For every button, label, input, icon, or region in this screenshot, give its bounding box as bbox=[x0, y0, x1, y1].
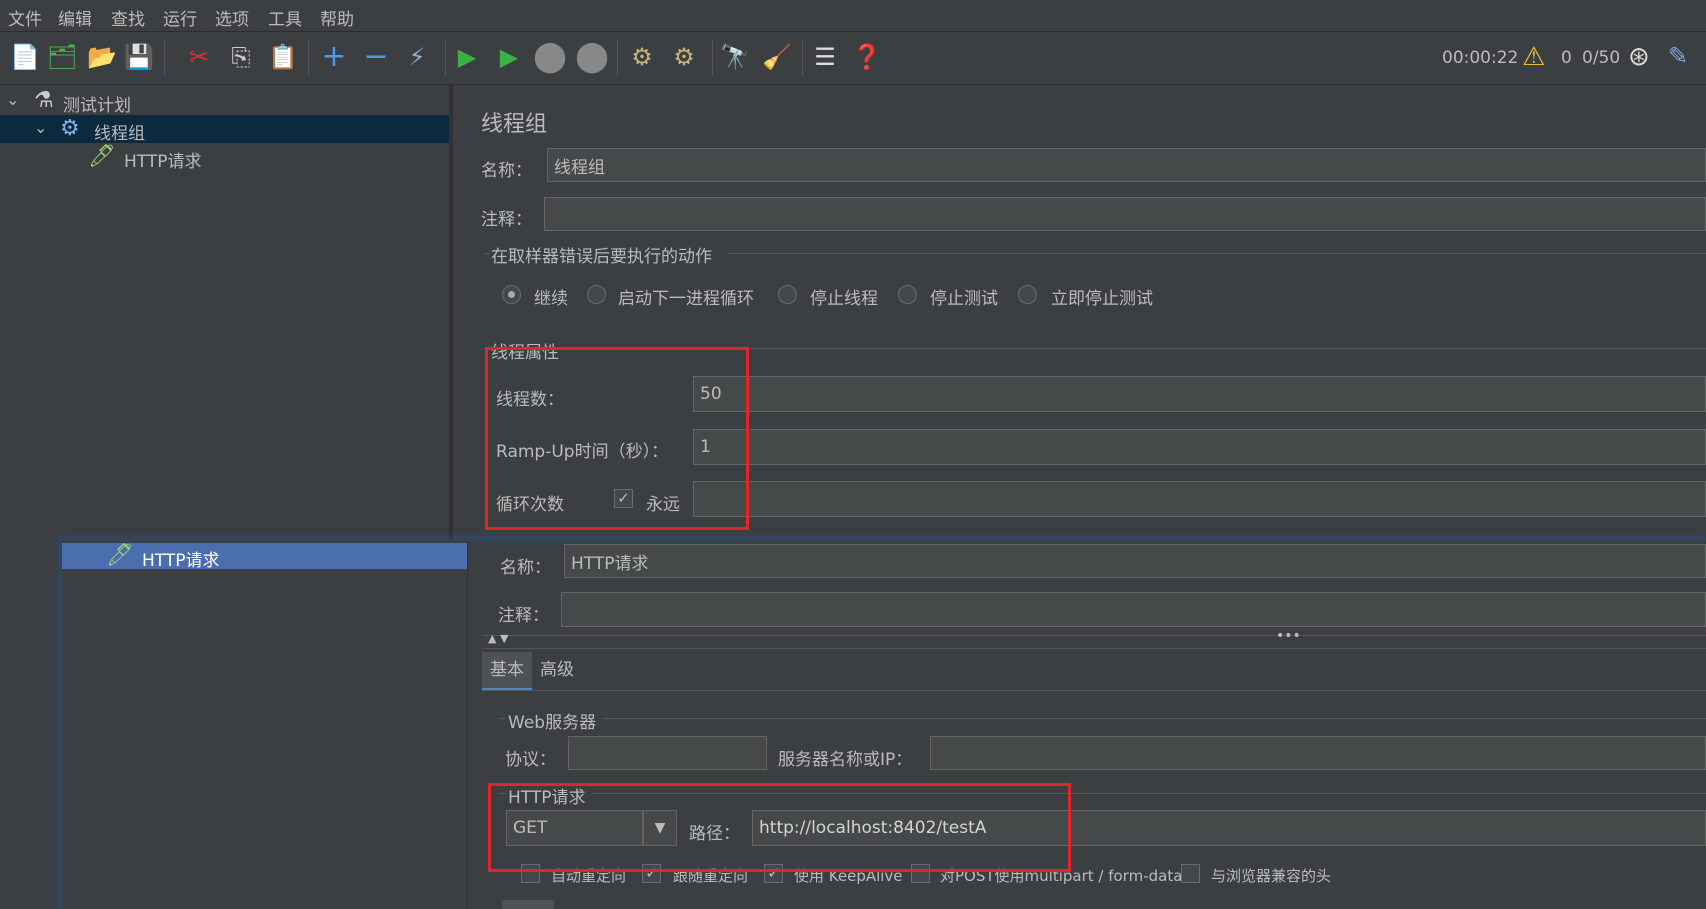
loop-count-field[interactable] bbox=[693, 481, 1706, 517]
radio-stop-thread-label: 停止线程 bbox=[810, 289, 878, 309]
log-viewer-icon[interactable]: ✎ bbox=[1668, 42, 1688, 70]
radio-stop-test-now-label: 立即停止测试 bbox=[1051, 289, 1153, 309]
web-server-legend: Web服务器 bbox=[508, 713, 597, 733]
save-icon[interactable]: 💾 bbox=[122, 40, 156, 74]
warning-icon[interactable]: ⚠ bbox=[1522, 42, 1545, 72]
threads-field[interactable]: 50 bbox=[693, 376, 1706, 412]
radio-continue[interactable] bbox=[502, 285, 521, 304]
menu-edit[interactable]: 编辑 bbox=[58, 5, 92, 30]
error-action-legend: 在取样器错误后要执行的动作 bbox=[491, 247, 712, 267]
tab-advanced[interactable]: 高级 bbox=[540, 652, 574, 688]
drag-handle-icon[interactable]: ••• bbox=[1276, 628, 1301, 644]
flask-icon: ⚗ bbox=[34, 88, 54, 113]
stop-icon[interactable]: ⬤ bbox=[533, 40, 567, 74]
panel-title: 线程组 bbox=[481, 112, 548, 137]
comment-label: 注释： bbox=[481, 210, 532, 230]
open-icon[interactable]: 📂 bbox=[85, 40, 119, 74]
function-helper-icon[interactable]: ☰ bbox=[808, 40, 842, 74]
http-name-label: 名称： bbox=[500, 558, 551, 578]
start-no-pause-icon[interactable]: ▶ bbox=[492, 40, 526, 74]
chevron-down-icon[interactable]: ⌄ bbox=[34, 118, 47, 137]
http-comment-label: 注释： bbox=[498, 606, 549, 626]
radio-next-loop[interactable] bbox=[587, 285, 606, 304]
toggle-icon[interactable]: ⚡ bbox=[400, 40, 434, 74]
collapse-arrows-icon[interactable]: ▲ ▼ bbox=[488, 632, 508, 645]
radio-next-loop-label: 启动下一进程循环 bbox=[618, 289, 754, 309]
http-comment-field[interactable] bbox=[561, 592, 1706, 627]
collapse-icon[interactable]: − bbox=[359, 40, 393, 74]
search-icon[interactable]: 🔭 bbox=[718, 40, 752, 74]
highlight-box-thread-props bbox=[485, 347, 749, 530]
cut-icon[interactable]: ✂ bbox=[182, 40, 216, 74]
shutdown-icon[interactable]: ⬤ bbox=[575, 40, 609, 74]
split-divider[interactable] bbox=[449, 85, 453, 543]
chevron-down-icon[interactable]: ⌄ bbox=[6, 90, 19, 109]
clear-all-icon[interactable]: ⚙ bbox=[667, 40, 701, 74]
browser-headers-checkbox[interactable] bbox=[1181, 864, 1200, 883]
start-icon[interactable]: ▶ bbox=[450, 40, 484, 74]
tree-item-thread-group[interactable]: ⌄ ⚙ 线程组 bbox=[0, 115, 450, 144]
pipette-icon: 🖊 bbox=[88, 144, 116, 169]
split-divider[interactable] bbox=[467, 541, 482, 909]
tree-item-test-plan[interactable]: ⌄ ⚗ 测试计划 bbox=[0, 87, 450, 116]
radio-stop-thread[interactable] bbox=[778, 285, 797, 304]
expand-icon[interactable]: + bbox=[317, 40, 351, 74]
protocol-field[interactable] bbox=[568, 736, 767, 770]
tree-item-http-request[interactable]: 🖊 HTTP请求 bbox=[0, 143, 450, 172]
help-icon[interactable]: ❓ bbox=[850, 40, 884, 74]
server-label: 服务器名称或IP： bbox=[778, 750, 913, 770]
tab-basic[interactable]: 基本 bbox=[482, 652, 532, 691]
menu-help[interactable]: 帮助 bbox=[320, 5, 354, 30]
menu-run[interactable]: 运行 bbox=[163, 5, 197, 30]
highlight-box-http-request bbox=[488, 783, 1071, 872]
protocol-label: 协议： bbox=[505, 750, 556, 770]
server-field[interactable] bbox=[930, 736, 1706, 770]
active-threads: 0/50 bbox=[1582, 48, 1621, 68]
clear-icon[interactable]: ⚙ bbox=[625, 40, 659, 74]
tree-item-http-request-selected[interactable]: 🖊 HTTP请求 bbox=[62, 543, 467, 571]
http-name-field[interactable]: HTTP请求 bbox=[564, 544, 1706, 578]
menu-file[interactable]: 文件 bbox=[8, 5, 42, 30]
pipette-icon: 🖊 bbox=[106, 543, 134, 568]
browser-headers-label: 与浏览器兼容的头 bbox=[1211, 867, 1332, 885]
copy-icon[interactable]: ⎘ bbox=[224, 40, 258, 74]
remote-status-icon: ⊛ bbox=[1628, 42, 1650, 72]
name-label: 名称： bbox=[481, 161, 532, 181]
new-icon[interactable]: 📄 bbox=[8, 40, 42, 74]
gear-icon: ⚙ bbox=[60, 116, 80, 141]
scroll-stub bbox=[502, 900, 554, 909]
reset-search-icon[interactable]: 🧹 bbox=[760, 40, 794, 74]
radio-stop-test[interactable] bbox=[898, 285, 917, 304]
templates-icon[interactable]: 🗂 bbox=[45, 40, 79, 74]
menu-tools[interactable]: 工具 bbox=[268, 5, 302, 30]
radio-stop-test-now[interactable] bbox=[1018, 285, 1037, 304]
menu-bar: 文件 编辑 查找 运行 选项 工具 帮助 bbox=[0, 0, 1706, 32]
menu-options[interactable]: 选项 bbox=[215, 5, 249, 30]
comment-field[interactable] bbox=[544, 197, 1706, 231]
radio-stop-test-label: 停止测试 bbox=[930, 289, 998, 309]
test-plan-tree: ⌄ ⚗ 测试计划 ⌄ ⚙ 线程组 🖊 HTTP请求 bbox=[0, 85, 450, 543]
paste-icon[interactable]: 📋 bbox=[266, 40, 300, 74]
elapsed-timer: 00:00:22 bbox=[1442, 48, 1519, 68]
radio-continue-label: 继续 bbox=[534, 289, 568, 309]
rampup-field[interactable]: 1 bbox=[693, 429, 1706, 465]
warning-count: 0 bbox=[1561, 48, 1572, 68]
menu-search[interactable]: 查找 bbox=[111, 5, 145, 30]
name-field[interactable]: 线程组 bbox=[547, 148, 1706, 182]
